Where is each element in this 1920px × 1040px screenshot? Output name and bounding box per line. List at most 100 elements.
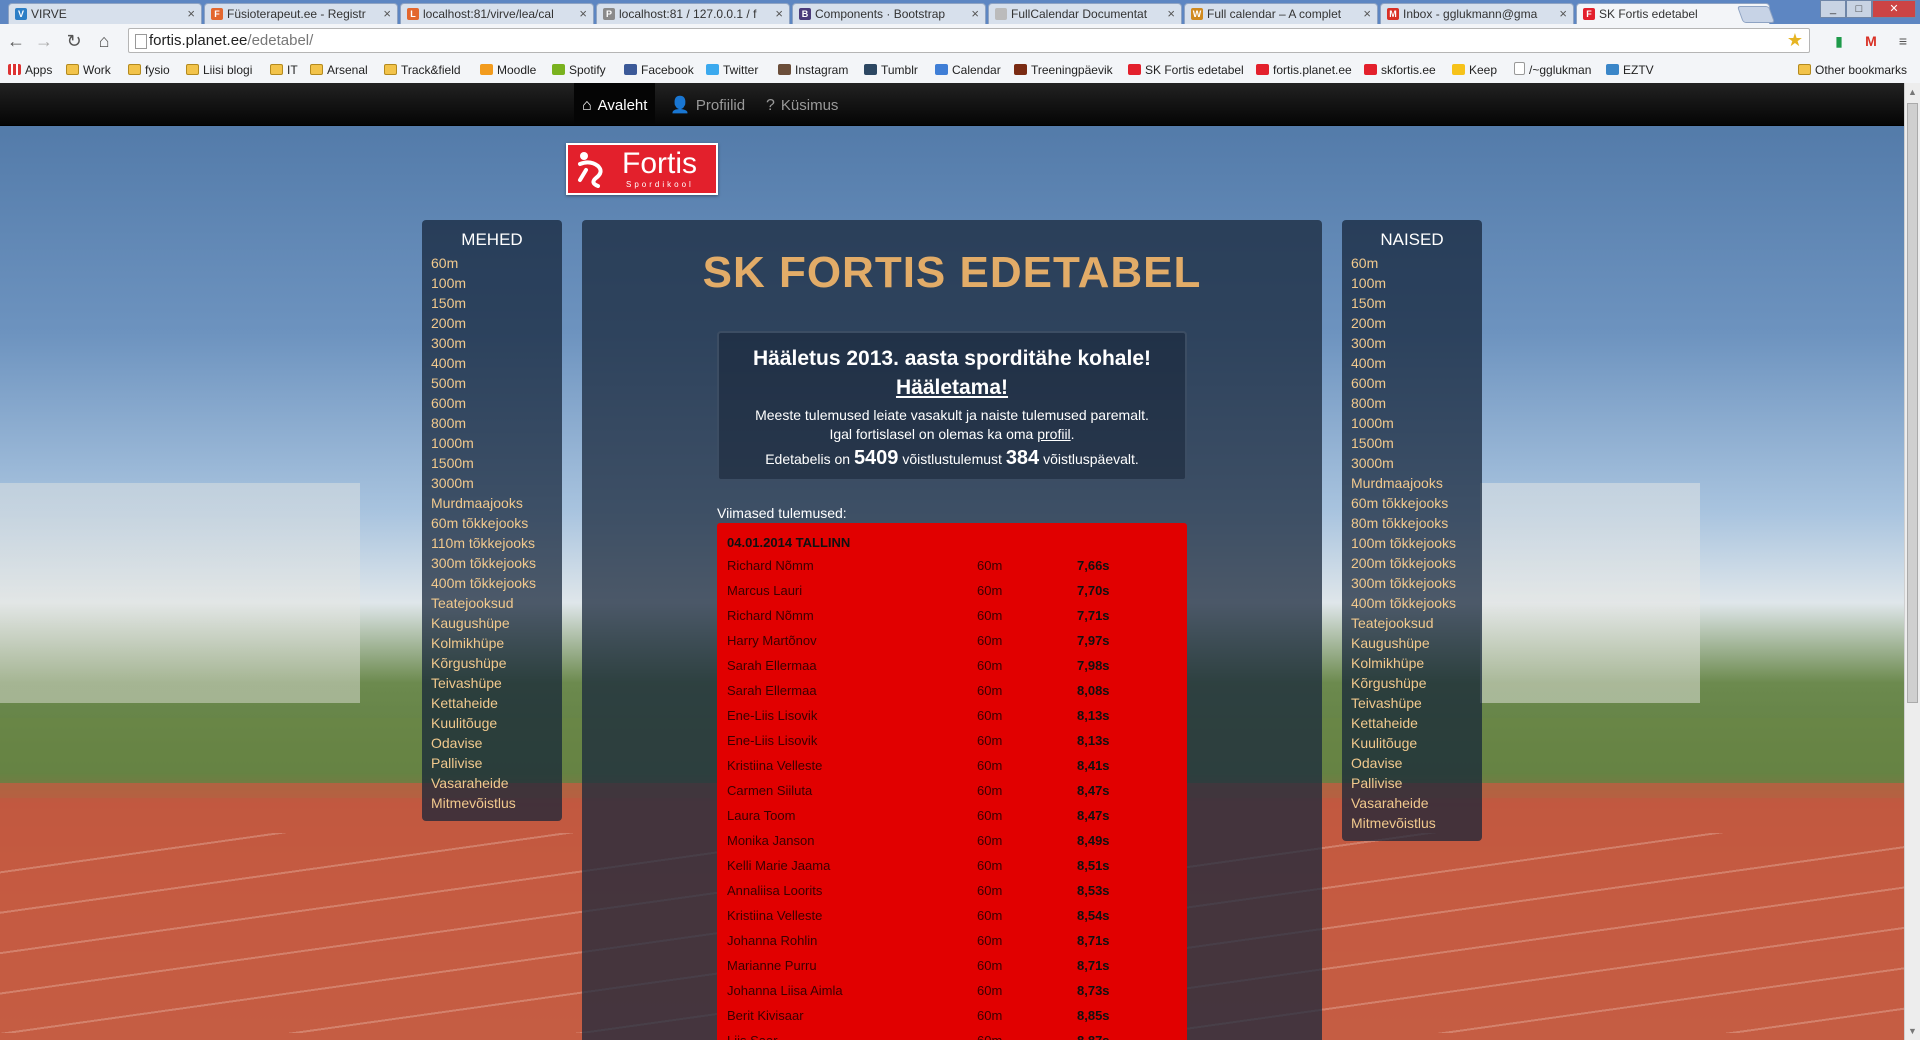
sidebar-item-1500m[interactable]: 1500m	[1342, 433, 1482, 453]
bookmark-apps[interactable]: Apps	[8, 61, 52, 79]
maximize-button[interactable]: □	[1846, 0, 1872, 18]
vote-link[interactable]: Hääletama!	[719, 376, 1185, 400]
sidebar-item-600m[interactable]: 600m	[1342, 373, 1482, 393]
result-row[interactable]: Richard Nõmm 60m 7,66s	[727, 553, 1177, 578]
bookmark-moodle[interactable]: Moodle	[480, 61, 536, 79]
sidebar-item-3000m[interactable]: 3000m	[422, 473, 562, 493]
sidebar-item-odavise[interactable]: Odavise	[422, 733, 562, 753]
result-row[interactable]: Annaliisa Loorits 60m 8,53s	[727, 878, 1177, 903]
result-row[interactable]: Sarah Ellermaa 60m 8,08s	[727, 678, 1177, 703]
result-row[interactable]: Laura Toom 60m 8,47s	[727, 803, 1177, 828]
result-row[interactable]: Kristiina Velleste 60m 8,41s	[727, 753, 1177, 778]
sidebar-item-300m[interactable]: 300m	[1342, 333, 1482, 353]
sidebar-item-3000m[interactable]: 3000m	[1342, 453, 1482, 473]
result-row[interactable]: Ene-Liis Lisovik 60m 8,13s	[727, 728, 1177, 753]
sidebar-item-kolmikhüpe[interactable]: Kolmikhüpe	[422, 633, 562, 653]
tab-close-icon[interactable]: ×	[187, 4, 195, 24]
sidebar-item-800m[interactable]: 800m	[1342, 393, 1482, 413]
sidebar-item-60m[interactable]: 60m	[422, 253, 562, 273]
sidebar-item-100m[interactable]: 100m	[422, 273, 562, 293]
reload-icon[interactable]: ↻	[62, 30, 86, 52]
sidebar-item-110m-tõkkejooks[interactable]: 110m tõkkejooks	[422, 533, 562, 553]
bookmark-fysio[interactable]: fysio	[128, 61, 170, 79]
sidebar-item-kuulitõuge[interactable]: Kuulitõuge	[1342, 733, 1482, 753]
nav-question[interactable]: ? Küsimus	[766, 83, 838, 125]
fortis-logo[interactable]: Fortis Spordikool	[566, 143, 718, 195]
menu-icon[interactable]: ≡	[1894, 32, 1912, 50]
sidebar-item-murdmaajooks[interactable]: Murdmaajooks	[422, 493, 562, 513]
forward-icon[interactable]: →	[32, 30, 56, 52]
result-row[interactable]: Kelli Marie Jaama 60m 8,51s	[727, 853, 1177, 878]
sidebar-item-vasaraheide[interactable]: Vasaraheide	[422, 773, 562, 793]
sidebar-item-teivashüpe[interactable]: Teivashüpe	[1342, 693, 1482, 713]
sidebar-item-odavise[interactable]: Odavise	[1342, 753, 1482, 773]
sidebar-item-kolmikhüpe[interactable]: Kolmikhüpe	[1342, 653, 1482, 673]
browser-tab[interactable]: B Components · Bootstrap ×	[792, 3, 986, 24]
result-row[interactable]: Johanna Liisa Aimla 60m 8,73s	[727, 978, 1177, 1003]
bookmark-tumblr[interactable]: Tumblr	[864, 61, 918, 79]
sidebar-item-300m-tõkkejooks[interactable]: 300m tõkkejooks	[1342, 573, 1482, 593]
sidebar-item-400m[interactable]: 400m	[422, 353, 562, 373]
result-row[interactable]: Richard Nõmm 60m 7,71s	[727, 603, 1177, 628]
sidebar-item-1500m[interactable]: 1500m	[422, 453, 562, 473]
sidebar-item-400m-tõkkejooks[interactable]: 400m tõkkejooks	[422, 573, 562, 593]
sidebar-item-kaugushüpe[interactable]: Kaugushüpe	[1342, 633, 1482, 653]
address-bar[interactable]: fortis.planet.ee/edetabel/ ★	[128, 28, 1810, 53]
sidebar-item-kaugushüpe[interactable]: Kaugushüpe	[422, 613, 562, 633]
sidebar-item-300m[interactable]: 300m	[422, 333, 562, 353]
bookmark-calendar[interactable]: Calendar	[935, 61, 1001, 79]
bookmark-instagram[interactable]: Instagram	[778, 61, 848, 79]
bookmark-star-icon[interactable]: ★	[1787, 30, 1803, 51]
sidebar-item-60m[interactable]: 60m	[1342, 253, 1482, 273]
tab-close-icon[interactable]: ×	[1363, 4, 1371, 24]
browser-tab[interactable]: M Inbox - gglukmann@gma ×	[1380, 3, 1574, 24]
result-row[interactable]: Monika Janson 60m 8,49s	[727, 828, 1177, 853]
bookmark-arsenal[interactable]: Arsenal	[310, 61, 368, 79]
result-row[interactable]: Ene-Liis Lisovik 60m 8,13s	[727, 703, 1177, 728]
sidebar-item-400m-tõkkejooks[interactable]: 400m tõkkejooks	[1342, 593, 1482, 613]
sidebar-item-300m-tõkkejooks[interactable]: 300m tõkkejooks	[422, 553, 562, 573]
sidebar-item-vasaraheide[interactable]: Vasaraheide	[1342, 793, 1482, 813]
tab-close-icon[interactable]: ×	[383, 4, 391, 24]
bookmark-treeningp-evik[interactable]: Treeningpäevik	[1014, 61, 1113, 79]
sidebar-item-teivashüpe[interactable]: Teivashüpe	[422, 673, 562, 693]
browser-tab[interactable]: V VIRVE ×	[8, 3, 202, 24]
new-tab-button[interactable]	[1736, 6, 1776, 23]
browser-tab[interactable]: Plocalhost:81 / 127.0.0.1 / f ×	[596, 3, 790, 24]
sidebar-item-teatejooksud[interactable]: Teatejooksud	[1342, 613, 1482, 633]
sidebar-item-mitmevõistlus[interactable]: Mitmevõistlus	[422, 793, 562, 813]
minimize-button[interactable]: _	[1820, 0, 1846, 18]
bookmark-liisi-blogi[interactable]: Liisi blogi	[186, 61, 252, 79]
sidebar-item-kõrgushüpe[interactable]: Kõrgushüpe	[1342, 673, 1482, 693]
sidebar-item-800m[interactable]: 800m	[422, 413, 562, 433]
result-row[interactable]: Harry Martõnov 60m 7,97s	[727, 628, 1177, 653]
url-field[interactable]: fortis.planet.ee/edetabel/	[149, 32, 1749, 49]
result-row[interactable]: Marcus Lauri 60m 7,70s	[727, 578, 1177, 603]
sidebar-item-murdmaajooks[interactable]: Murdmaajooks	[1342, 473, 1482, 493]
bookmark-it[interactable]: IT	[270, 61, 298, 79]
bookmark-facebook[interactable]: Facebook	[624, 61, 694, 79]
browser-tab[interactable]: W Full calendar – A complet ×	[1184, 3, 1378, 24]
sidebar-item-150m[interactable]: 150m	[1342, 293, 1482, 313]
sidebar-item-kõrgushüpe[interactable]: Kõrgushüpe	[422, 653, 562, 673]
bookmark-spotify[interactable]: Spotify	[552, 61, 606, 79]
sidebar-item-200m-tõkkejooks[interactable]: 200m tõkkejooks	[1342, 553, 1482, 573]
result-row[interactable]: Berit Kivisaar 60m 8,85s	[727, 1003, 1177, 1028]
bookmark-skfortis-ee[interactable]: skfortis.ee	[1364, 61, 1436, 79]
tab-close-icon[interactable]: ×	[579, 4, 587, 24]
sidebar-item-500m[interactable]: 500m	[422, 373, 562, 393]
gmail-icon[interactable]: M	[1862, 32, 1880, 50]
sidebar-item-kettaheide[interactable]: Kettaheide	[422, 693, 562, 713]
sidebar-item-kettaheide[interactable]: Kettaheide	[1342, 713, 1482, 733]
sidebar-item-1000m[interactable]: 1000m	[1342, 413, 1482, 433]
sidebar-item-400m[interactable]: 400m	[1342, 353, 1482, 373]
sidebar-item-100m-tõkkejooks[interactable]: 100m tõkkejooks	[1342, 533, 1482, 553]
sidebar-item-pallivise[interactable]: Pallivise	[422, 753, 562, 773]
extension-icon[interactable]: ▮	[1830, 32, 1848, 50]
result-row[interactable]: Kristiina Velleste 60m 8,54s	[727, 903, 1177, 928]
other-bookmarks[interactable]: Other bookmarks	[1798, 61, 1907, 79]
bookmark-sk-fortis-edetabel[interactable]: SK Fortis edetabel	[1128, 61, 1244, 79]
sidebar-item-60m-tõkkejooks[interactable]: 60m tõkkejooks	[422, 513, 562, 533]
tab-close-icon[interactable]: ×	[971, 4, 979, 24]
sidebar-item-60m-tõkkejooks[interactable]: 60m tõkkejooks	[1342, 493, 1482, 513]
